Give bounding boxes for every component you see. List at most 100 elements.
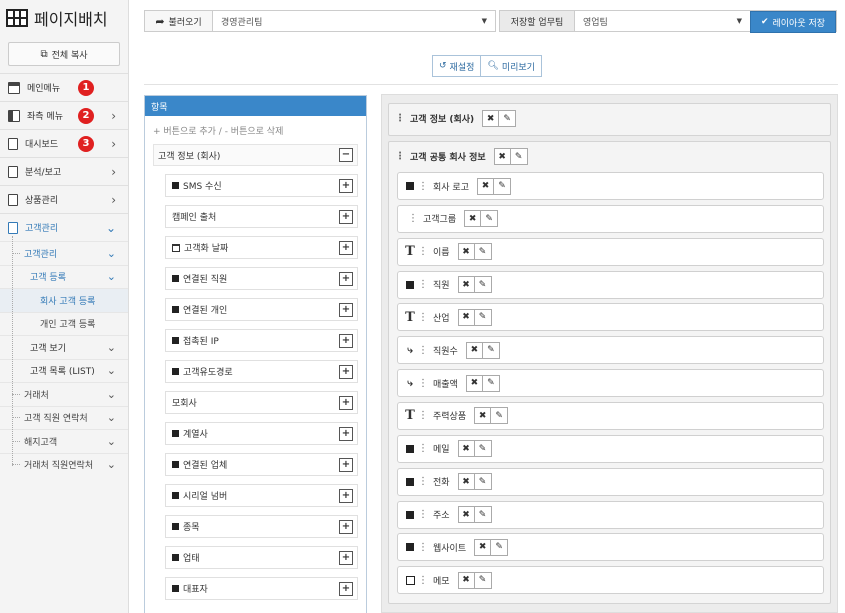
layout-row[interactable]: ⋮ 고객그룹 ✖ ✎: [397, 204, 824, 233]
submenu-customer-list[interactable]: 고객 목록 (LIST) ⌄: [0, 358, 128, 383]
field-item[interactable]: 연결된 직원 +: [165, 267, 358, 290]
submenu-personal-register[interactable]: 개인 고객 등록: [0, 311, 128, 335]
remove-button[interactable]: ✖: [474, 407, 492, 425]
remove-button[interactable]: ✖: [457, 276, 475, 294]
edit-button[interactable]: ✎: [474, 243, 492, 261]
layout-row[interactable]: ⋮ 메일 ✖ ✎: [397, 434, 824, 463]
edit-button[interactable]: ✎: [474, 308, 492, 326]
submenu-company-register[interactable]: 회사 고객 등록: [0, 288, 128, 312]
sidebar-item-customers[interactable]: 고객관리 ⌄: [0, 213, 128, 241]
drag-handle-icon[interactable]: ⋮: [418, 542, 428, 553]
layout-row[interactable]: T ⋮ 주력상품 ✖ ✎: [397, 401, 824, 430]
add-field-button[interactable]: +: [339, 488, 353, 503]
add-field-button[interactable]: +: [339, 550, 353, 565]
add-field-button[interactable]: +: [339, 457, 353, 472]
remove-button[interactable]: ✖: [457, 473, 475, 491]
reset-button[interactable]: ↺ 재설정: [432, 55, 482, 77]
remove-button[interactable]: ✖: [493, 148, 511, 165]
drag-handle-icon[interactable]: ⋮: [418, 312, 428, 323]
edit-button[interactable]: ✎: [474, 506, 492, 523]
layout-row[interactable]: ⋮ 메모 ✖ ✎: [397, 566, 824, 595]
add-field-button[interactable]: +: [339, 581, 353, 596]
drag-handle-icon[interactable]: ⋮: [408, 213, 418, 224]
field-item[interactable]: SMS 수신 +: [165, 174, 358, 197]
load-team-select[interactable]: 경영관리팀 ▼: [213, 11, 495, 31]
drag-handle-icon[interactable]: ⋮: [418, 509, 428, 520]
submenu-partner-contacts[interactable]: 거래처 직원연락처 ⌄: [0, 452, 128, 477]
copy-all-button[interactable]: ⧉ 전체 복사: [8, 42, 120, 66]
remove-button[interactable]: ✖: [457, 506, 475, 523]
remove-button[interactable]: ✖: [464, 210, 482, 228]
remove-button[interactable]: ✖: [457, 440, 475, 458]
load-button[interactable]: ➦ 불러오기: [145, 11, 213, 31]
remove-button[interactable]: ✖: [482, 110, 500, 127]
sidebar-item-products[interactable]: 상품관리 ›: [0, 185, 128, 213]
remove-button[interactable]: ✖: [474, 538, 492, 556]
submenu-hedge[interactable]: 해지고객 ⌄: [0, 429, 128, 453]
edit-button[interactable]: ✎: [510, 148, 528, 165]
field-item[interactable]: 고객유도경로 +: [165, 360, 358, 383]
edit-button[interactable]: ✎: [474, 276, 492, 294]
add-field-button[interactable]: +: [339, 364, 353, 379]
layout-row[interactable]: ⋮ 전화 ✖ ✎: [397, 467, 824, 496]
layout-row[interactable]: ⋮ 회사 로고 ✖ ✎: [397, 172, 824, 200]
layout-row[interactable]: T ⋮ 이름 ✖ ✎: [397, 237, 824, 266]
add-field-button[interactable]: +: [339, 395, 353, 410]
sidebar-item-analysis[interactable]: 분석/보고 ›: [0, 157, 128, 185]
layout-row[interactable]: ⋮ 주소 ✖ ✎: [397, 500, 824, 529]
drag-handle-icon[interactable]: ⋮: [418, 476, 428, 487]
remove-button[interactable]: ✖: [457, 571, 475, 589]
layout-row[interactable]: ⤷ ⋮ 매출액 ✖ ✎: [397, 369, 824, 398]
field-item[interactable]: 업태 +: [165, 546, 358, 569]
add-field-button[interactable]: +: [339, 302, 353, 317]
add-field-button[interactable]: +: [339, 178, 353, 193]
field-item[interactable]: 연결된 개인 +: [165, 298, 358, 321]
drag-handle-icon[interactable]: ⋮: [395, 151, 405, 162]
drag-handle-icon[interactable]: ⋮: [418, 378, 428, 389]
drag-handle-icon[interactable]: ⋮: [418, 279, 428, 290]
edit-button[interactable]: ✎: [491, 407, 509, 425]
edit-button[interactable]: ✎: [474, 473, 492, 491]
drag-handle-icon[interactable]: ⋮: [418, 181, 428, 192]
field-item[interactable]: 캠페인 출처 +: [165, 205, 358, 228]
submenu-customer-register[interactable]: 고객 등록 ⌄: [0, 264, 128, 289]
edit-button[interactable]: ✎: [482, 341, 500, 359]
remove-button[interactable]: ✖: [457, 243, 475, 261]
add-field-button[interactable]: +: [339, 209, 353, 224]
drag-handle-icon[interactable]: ⋮: [418, 345, 428, 356]
field-item[interactable]: 접촉된 IP +: [165, 329, 358, 352]
collapse-button[interactable]: −: [339, 148, 353, 162]
save-layout-button[interactable]: ✔ 레이아웃 저장: [750, 11, 836, 33]
add-field-button[interactable]: +: [339, 519, 353, 534]
field-item[interactable]: 대표자 +: [165, 577, 358, 600]
edit-button[interactable]: ✎: [482, 374, 500, 392]
sidebar-item-main-menu[interactable]: 메인메뉴 1: [0, 73, 128, 101]
layout-row[interactable]: ⋮ 웹사이트 ✖ ✎: [397, 533, 824, 562]
drag-handle-icon[interactable]: ⋮: [418, 575, 428, 586]
field-item[interactable]: 계열사 +: [165, 422, 358, 445]
add-field-button[interactable]: +: [339, 333, 353, 348]
edit-button[interactable]: ✎: [499, 110, 517, 127]
remove-button[interactable]: ✖: [465, 374, 483, 392]
edit-button[interactable]: ✎: [493, 177, 511, 195]
edit-button[interactable]: ✎: [474, 440, 492, 458]
edit-button[interactable]: ✎: [491, 538, 509, 556]
field-item[interactable]: 종목 +: [165, 515, 358, 538]
edit-button[interactable]: ✎: [481, 210, 499, 228]
add-field-button[interactable]: +: [339, 271, 353, 286]
add-field-button[interactable]: +: [339, 426, 353, 441]
layout-row[interactable]: ⋮ 직원 ✖ ✎: [397, 270, 824, 299]
layout-row[interactable]: ⤷ ⋮ 직원수 ✖ ✎: [397, 336, 824, 365]
field-item[interactable]: 고객화 날짜 +: [165, 236, 358, 259]
sidebar-item-dashboard[interactable]: 대시보드 3 ›: [0, 129, 128, 157]
submenu-customer-view[interactable]: 고객 보기 ⌄: [0, 335, 128, 359]
field-item[interactable]: 연결된 업체 +: [165, 453, 358, 476]
submenu-partners[interactable]: 거래처 ⌄: [0, 382, 128, 406]
drag-handle-icon[interactable]: ⋮: [395, 113, 405, 124]
drag-handle-icon[interactable]: ⋮: [418, 443, 428, 454]
submenu-customer-mgmt[interactable]: 고객관리 ⌄: [0, 241, 128, 265]
remove-button[interactable]: ✖: [476, 177, 494, 195]
edit-button[interactable]: ✎: [474, 571, 492, 589]
drag-handle-icon[interactable]: ⋮: [418, 410, 428, 421]
save-team-select[interactable]: 영업팀 ▼: [575, 11, 750, 31]
